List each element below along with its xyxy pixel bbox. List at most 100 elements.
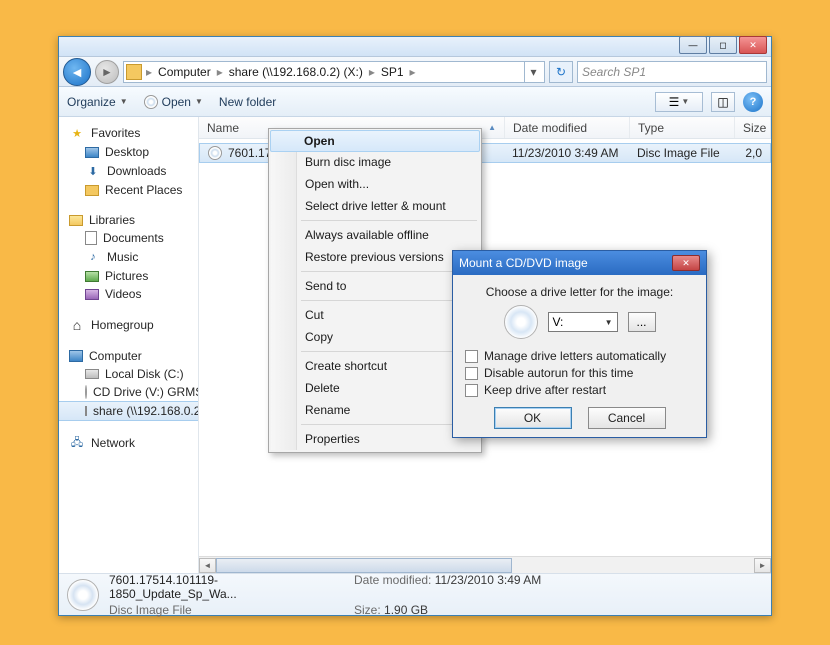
toolbar: Organize ▼ Open ▼ New folder ☰ ▼ ◫ ? xyxy=(59,87,771,117)
breadcrumb-dropdown[interactable]: ▾ xyxy=(524,61,542,83)
column-size[interactable]: Size xyxy=(735,117,771,138)
sidebar-item-documents[interactable]: Documents xyxy=(59,229,198,247)
libraries-icon xyxy=(69,215,83,226)
disc-image-icon xyxy=(67,579,99,611)
sidebar-item-desktop[interactable]: Desktop xyxy=(59,143,198,161)
sidebar-item-localdisk[interactable]: Local Disk (C:) xyxy=(59,365,198,383)
context-menu-item[interactable]: Delete xyxy=(271,377,479,399)
browse-button[interactable]: ... xyxy=(628,312,656,332)
videos-icon xyxy=(85,289,99,300)
scroll-left-button[interactable]: ◄ xyxy=(199,558,216,573)
context-menu-item[interactable]: Rename xyxy=(271,399,479,421)
context-menu-item[interactable]: Burn disc image xyxy=(271,151,479,173)
sidebar-item-cddrive[interactable]: CD Drive (V:) GRMSP xyxy=(59,383,198,401)
libraries-header[interactable]: Libraries xyxy=(59,211,198,229)
homegroup-header[interactable]: ⌂Homegroup xyxy=(59,315,198,335)
network-drive-icon xyxy=(85,406,87,416)
context-menu-separator xyxy=(301,220,477,221)
ok-button[interactable]: OK xyxy=(494,407,572,429)
file-type: Disc Image File xyxy=(629,146,734,160)
star-icon: ★ xyxy=(69,125,85,141)
document-icon xyxy=(85,231,97,245)
folder-icon xyxy=(126,64,142,80)
context-menu-item[interactable]: Properties xyxy=(271,428,479,450)
context-menu-item[interactable]: Open with... xyxy=(271,173,479,195)
file-size: 2,0 xyxy=(734,146,770,160)
context-menu-separator xyxy=(301,351,477,352)
cd-icon xyxy=(504,305,538,339)
new-folder-button[interactable]: New folder xyxy=(219,95,276,109)
nav-back-button[interactable]: ◄ xyxy=(63,58,91,86)
minimize-button[interactable]: — xyxy=(679,36,707,54)
close-button[interactable]: ✕ xyxy=(739,36,767,54)
sidebar-item-downloads[interactable]: ⬇Downloads xyxy=(59,161,198,181)
pictures-icon xyxy=(85,271,99,282)
help-button[interactable]: ? xyxy=(743,92,763,112)
sidebar-item-pictures[interactable]: Pictures xyxy=(59,267,198,285)
window-titlebar[interactable]: — ◻ ✕ xyxy=(59,37,771,57)
sidebar-item-share[interactable]: share (\\192.168.0.2) xyxy=(59,401,198,421)
breadcrumb-item[interactable]: share (\\192.168.0.2) (X:) xyxy=(225,62,367,82)
preview-pane-button[interactable]: ◫ xyxy=(711,92,735,112)
context-menu-separator xyxy=(301,424,477,425)
dialog-titlebar[interactable]: Mount a CD/DVD image ✕ xyxy=(453,251,706,275)
dialog-prompt: Choose a drive letter for the image: xyxy=(465,285,694,299)
music-icon: ♪ xyxy=(85,249,101,265)
network-icon: 🖧 xyxy=(69,435,85,451)
drive-icon xyxy=(85,369,99,379)
cancel-button[interactable]: Cancel xyxy=(588,407,666,429)
drive-letter-select[interactable]: V:▼ xyxy=(548,312,618,332)
breadcrumb-item[interactable]: Computer xyxy=(154,62,215,82)
scroll-thumb[interactable] xyxy=(216,558,512,573)
mount-dialog: Mount a CD/DVD image ✕ Choose a drive le… xyxy=(452,250,707,438)
sidebar-item-recent[interactable]: Recent Places xyxy=(59,181,198,199)
column-type[interactable]: Type xyxy=(630,117,735,138)
checkbox-manage-auto[interactable]: Manage drive letters automatically xyxy=(465,349,694,363)
horizontal-scrollbar[interactable]: ◄ ► xyxy=(199,556,771,573)
sidebar-item-music[interactable]: ♪Music xyxy=(59,247,198,267)
disc-icon xyxy=(144,95,158,109)
cd-icon xyxy=(85,385,87,399)
computer-header[interactable]: Computer xyxy=(59,347,198,365)
details-date: 11/23/2010 3:49 AM xyxy=(435,573,542,587)
network-header[interactable]: 🖧Network xyxy=(59,433,198,453)
homegroup-icon: ⌂ xyxy=(69,317,85,333)
sort-asc-icon: ▲ xyxy=(488,123,496,132)
favorites-header[interactable]: ★Favorites xyxy=(59,123,198,143)
nav-forward-button[interactable]: ► xyxy=(95,60,119,84)
details-filename: 7601.17514.101119-1850_Update_Sp_Wa... xyxy=(109,573,344,601)
scroll-right-button[interactable]: ► xyxy=(754,558,771,573)
sidebar-item-videos[interactable]: Videos xyxy=(59,285,198,303)
context-menu-item[interactable]: Restore previous versions xyxy=(271,246,479,268)
refresh-button[interactable]: ↻ xyxy=(549,61,573,83)
details-type: Disc Image File xyxy=(109,603,344,617)
address-bar: ◄ ► ▸ Computer ▸ share (\\192.168.0.2) (… xyxy=(59,57,771,87)
context-menu-separator xyxy=(301,271,477,272)
details-size: 1.90 GB xyxy=(384,603,428,617)
context-menu-item[interactable]: Always available offline xyxy=(271,224,479,246)
context-menu-item[interactable]: Select drive letter & mount xyxy=(271,195,479,217)
context-menu-item[interactable]: Cut xyxy=(271,304,479,326)
file-date: 11/23/2010 3:49 AM xyxy=(504,146,629,160)
checkbox-icon xyxy=(465,350,478,363)
downloads-icon: ⬇ xyxy=(85,163,101,179)
breadcrumb-item[interactable]: SP1 xyxy=(377,62,408,82)
context-menu-item[interactable]: Create shortcut xyxy=(271,355,479,377)
context-menu-item[interactable]: Copy xyxy=(271,326,479,348)
navigation-pane: ★Favorites Desktop ⬇Downloads Recent Pla… xyxy=(59,117,199,573)
context-menu: OpenBurn disc imageOpen with...Select dr… xyxy=(268,128,482,453)
checkbox-keep-drive[interactable]: Keep drive after restart xyxy=(465,383,694,397)
column-date[interactable]: Date modified xyxy=(505,117,630,138)
maximize-button[interactable]: ◻ xyxy=(709,36,737,54)
breadcrumb[interactable]: ▸ Computer ▸ share (\\192.168.0.2) (X:) … xyxy=(123,61,545,83)
open-menu[interactable]: Open ▼ xyxy=(144,95,203,109)
context-menu-item[interactable]: Open xyxy=(270,130,480,152)
organize-menu[interactable]: Organize ▼ xyxy=(67,95,128,109)
search-input[interactable]: Search SP1 xyxy=(577,61,767,83)
checkbox-disable-autorun[interactable]: Disable autorun for this time xyxy=(465,366,694,380)
view-options-button[interactable]: ☰ ▼ xyxy=(655,92,703,112)
context-menu-item[interactable]: Send to▶ xyxy=(271,275,479,297)
context-menu-separator xyxy=(301,300,477,301)
desktop-icon xyxy=(85,147,99,158)
dialog-close-button[interactable]: ✕ xyxy=(672,255,700,271)
